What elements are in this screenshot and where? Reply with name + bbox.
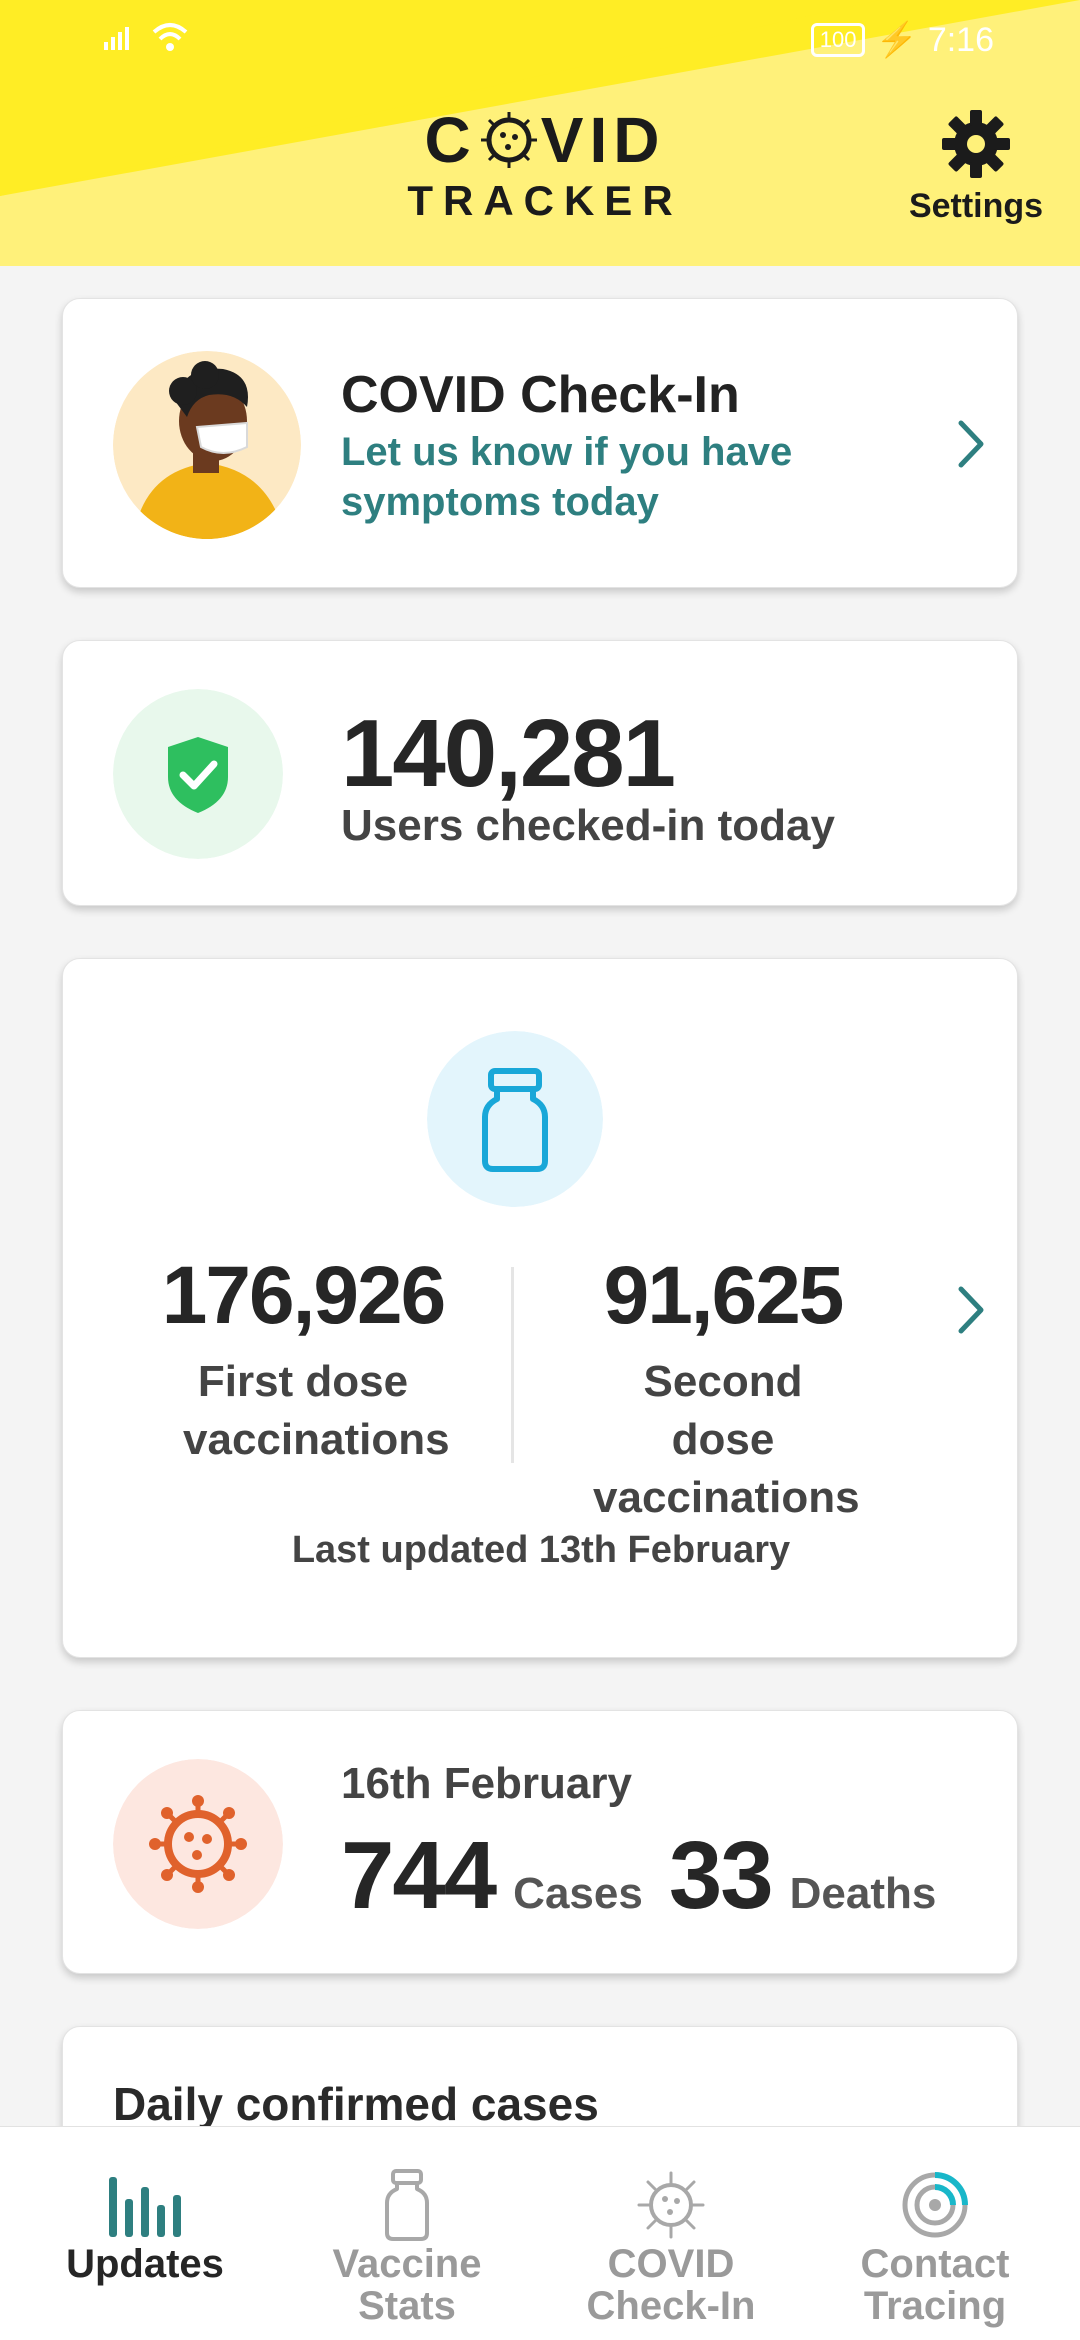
vaccine-last-updated: Last updated 13th February: [291, 1529, 791, 1571]
charging-icon: ⚡: [875, 21, 918, 59]
vaccine-vial-icon: [427, 1031, 603, 1207]
nav-updates[interactable]: Updates: [10, 2127, 280, 2340]
status-bar: 100 ⚡ 7:16: [0, 0, 1080, 80]
app-logo: C VID TRACKER: [400, 108, 690, 226]
nav-icon-wrap: [885, 2167, 985, 2243]
users-checked-in-card: 140,281 Users checked-in today: [62, 640, 1018, 906]
bar-chart-icon: [109, 2177, 181, 2237]
nav-label-line1: Contact: [860, 2242, 1010, 2286]
deaths-label: Deaths: [789, 1869, 937, 1918]
daily-cases-title: Daily confirmed cases: [113, 2078, 599, 2130]
nav-label-line2: Stats: [358, 2284, 456, 2328]
nav-icon-wrap: [95, 2167, 195, 2243]
nav-covid-check-in[interactable]: COVID Check-In: [536, 2127, 806, 2340]
battery-icon: 100: [810, 23, 866, 57]
wifi-icon: [152, 23, 188, 51]
settings-label: Settings: [908, 187, 1044, 225]
vaccine-divider: [511, 1267, 514, 1463]
cases-deaths-row: 744 Cases 33 Deaths: [341, 1821, 962, 1931]
nav-icon-wrap: [621, 2167, 721, 2243]
virus-icon: [113, 1759, 283, 1929]
cases-count: 744: [341, 1822, 497, 1929]
users-checked-in-label: Users checked-in today: [341, 801, 835, 850]
vaccine-vial-icon: [385, 2169, 429, 2241]
gear-icon: [942, 110, 1010, 178]
cases-card: 16th February 744 Cases 33 Deaths: [62, 1710, 1018, 1974]
settings-button[interactable]: Settings: [906, 108, 1046, 226]
nav-covid-check-in-label: COVID Check-In: [536, 2243, 806, 2327]
first-dose-count: 176,926: [161, 1250, 446, 1341]
status-indicators: [104, 22, 190, 52]
nav-label-line1: COVID: [607, 2242, 735, 2286]
shield-check-icon: [113, 689, 283, 859]
clock-time: 7:16: [927, 20, 994, 59]
checkin-title: COVID Check-In: [341, 366, 740, 424]
logo-line-tracker: TRACKER: [407, 177, 683, 224]
virus-logo-icon: [480, 112, 537, 168]
second-dose-count: 91,625: [603, 1250, 845, 1341]
logo-letter-c: C: [424, 104, 477, 176]
signal-icon: [104, 27, 129, 50]
contact-tracing-icon: [902, 2172, 968, 2238]
app-header: 100 ⚡ 7:16 C VID TRACKER Settings: [0, 0, 1080, 266]
nav-vaccine-stats[interactable]: Vaccine Stats: [272, 2127, 542, 2340]
cases-date: 16th February: [341, 1759, 632, 1808]
logo-letters-vid: VID: [540, 104, 666, 176]
masked-person-avatar: [113, 351, 301, 539]
checkin-subtitle: Let us know if you have symptoms today: [341, 430, 793, 524]
virus-icon: [637, 2171, 705, 2239]
first-dose-label: First dose vaccinations: [183, 1357, 450, 1464]
cases-label: Cases: [513, 1869, 643, 1918]
status-right: 100 ⚡ 7:16: [810, 20, 994, 60]
logo-line-covid: C VID: [400, 108, 690, 172]
second-dose-label: Second dose vaccinations: [593, 1357, 860, 1522]
nav-contact-tracing-label: Contact Tracing: [800, 2243, 1070, 2327]
nav-vaccine-stats-label: Vaccine Stats: [272, 2243, 542, 2327]
nav-icon-wrap: [357, 2167, 457, 2243]
nav-label-line2: Check-In: [586, 2284, 756, 2328]
nav-label-line2: Tracing: [863, 2284, 1007, 2328]
chevron-right-icon: [958, 1286, 984, 1334]
nav-updates-label: Updates: [66, 2242, 224, 2286]
bottom-navigation: Updates Vaccine Stats COVID Check-In Con…: [0, 2126, 1080, 2340]
users-checked-in-count: 140,281: [341, 700, 676, 807]
nav-label-line1: Vaccine: [332, 2242, 482, 2286]
nav-contact-tracing[interactable]: Contact Tracing: [800, 2127, 1070, 2340]
vaccine-card[interactable]: 176,926 First dose vaccinations 91,625 S…: [62, 958, 1018, 1658]
deaths-count: 33: [668, 1822, 774, 1929]
checkin-card[interactable]: COVID Check-In Let us know if you have s…: [62, 298, 1018, 588]
chevron-right-icon: [958, 420, 984, 468]
